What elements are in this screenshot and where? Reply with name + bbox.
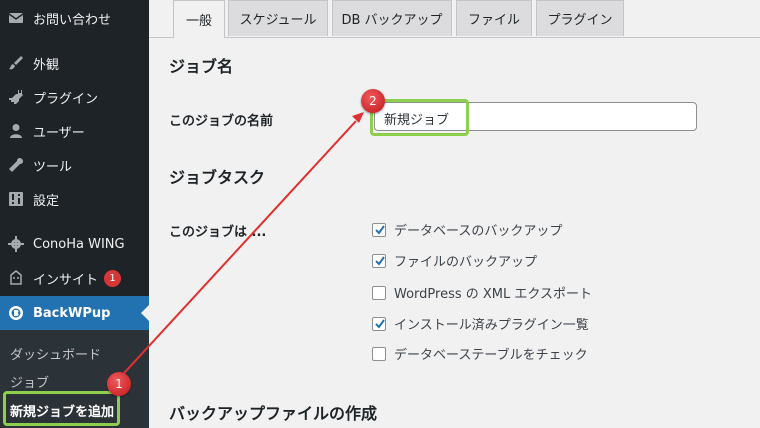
- task-label: データベーステーブルをチェック: [394, 348, 588, 363]
- checkbox-checked[interactable]: [372, 253, 386, 268]
- task-file-backup[interactable]: ファイルのバックアップ: [372, 251, 537, 270]
- tab-plugins[interactable]: プラグイン: [536, 0, 624, 36]
- checkbox-checked[interactable]: [372, 316, 386, 331]
- wrench-icon: [8, 157, 24, 173]
- tab-bar: 一般 スケジュール DB バックアップ ファイル プラグイン: [149, 0, 760, 38]
- highlight-box: [370, 99, 469, 136]
- user-icon: [8, 123, 24, 139]
- task-label: WordPress の XML エクスポート: [394, 287, 592, 302]
- job-name-label: このジョブの名前: [169, 114, 274, 129]
- notification-badge: 1: [104, 269, 122, 287]
- checkbox-unchecked[interactable]: [372, 285, 386, 300]
- tab-general[interactable]: 一般: [173, 0, 225, 38]
- sidebar-item-label: ツール: [33, 159, 73, 175]
- step-marker-1: 1: [107, 372, 131, 396]
- submenu-jobs[interactable]: ジョブ: [10, 372, 49, 391]
- task-label: データベースのバックアップ: [394, 224, 563, 239]
- task-xml-export[interactable]: WordPress の XML エクスポート: [372, 283, 592, 302]
- task-label: インストール済みプラグイン一覧: [394, 318, 589, 333]
- task-label: ファイルのバックアップ: [394, 255, 538, 270]
- sidebar-item-appearance[interactable]: 外観: [0, 46, 149, 80]
- sidebar-item-label: お問い合わせ: [33, 12, 112, 28]
- paintbrush-icon: [8, 55, 24, 71]
- section-title-job-name: ジョブ名: [169, 57, 234, 76]
- monsterinsights-icon: [8, 270, 24, 286]
- backwpup-icon: [8, 305, 24, 321]
- sidebar-item-label: ユーザー: [33, 125, 85, 141]
- sidebar-item-users[interactable]: ユーザー: [0, 114, 149, 148]
- check-icon: [375, 224, 385, 235]
- highlight-box: [3, 391, 120, 426]
- sidebar-item-settings[interactable]: 設定: [0, 182, 149, 216]
- main-content: 一般 スケジュール DB バックアップ ファイル プラグイン ジョブ名 このジョ…: [149, 0, 760, 428]
- sidebar-item-label: ConoHa WING: [33, 236, 125, 252]
- sidebar-item-tools[interactable]: ツール: [0, 148, 149, 182]
- tab-db-backup[interactable]: DB バックアップ: [332, 0, 452, 36]
- check-icon: [375, 318, 385, 329]
- sidebar-item-label: プラグイン: [33, 91, 99, 107]
- sidebar-item-backwpup[interactable]: BackWPup: [0, 296, 149, 330]
- job-tasks-label: このジョブは ...: [169, 225, 267, 240]
- settings-icon: [8, 191, 24, 207]
- tab-files[interactable]: ファイル: [456, 0, 532, 36]
- active-indicator: [141, 305, 149, 321]
- sidebar-item-label: 外観: [33, 57, 60, 73]
- tab-schedule[interactable]: スケジュール: [228, 0, 328, 36]
- section-title-archive: バックアップファイルの作成: [169, 404, 378, 423]
- sidebar-item-plugins[interactable]: プラグイン: [0, 80, 149, 114]
- sidebar-item-insights[interactable]: インサイト 1: [0, 261, 149, 295]
- checkbox-checked[interactable]: [372, 222, 386, 237]
- task-db-check[interactable]: データベーステーブルをチェック: [372, 344, 588, 363]
- step-marker-2: 2: [361, 89, 385, 113]
- sidebar-item-label: BackWPup: [33, 305, 111, 321]
- task-plugin-list[interactable]: インストール済みプラグイン一覧: [372, 314, 589, 333]
- sidebar-item-label: インサイト: [33, 272, 99, 288]
- mail-icon: [8, 10, 24, 26]
- sidebar-item-conoha[interactable]: ConoHa WING: [0, 227, 149, 261]
- plugin-icon: [8, 89, 24, 105]
- check-icon: [375, 255, 385, 266]
- gear-icon: [8, 236, 24, 252]
- sidebar-item-contact[interactable]: お問い合わせ: [0, 1, 149, 35]
- submenu-dashboard[interactable]: ダッシュボード: [10, 344, 101, 363]
- task-db-backup[interactable]: データベースのバックアップ: [372, 220, 562, 239]
- sidebar-item-label: 設定: [33, 193, 60, 209]
- section-title-job-tasks: ジョブタスク: [169, 168, 266, 187]
- admin-sidebar: お問い合わせ 外観 プラグイン ユーザー ツール 設定 ConoHa WING …: [0, 0, 149, 428]
- checkbox-unchecked[interactable]: [372, 346, 386, 361]
